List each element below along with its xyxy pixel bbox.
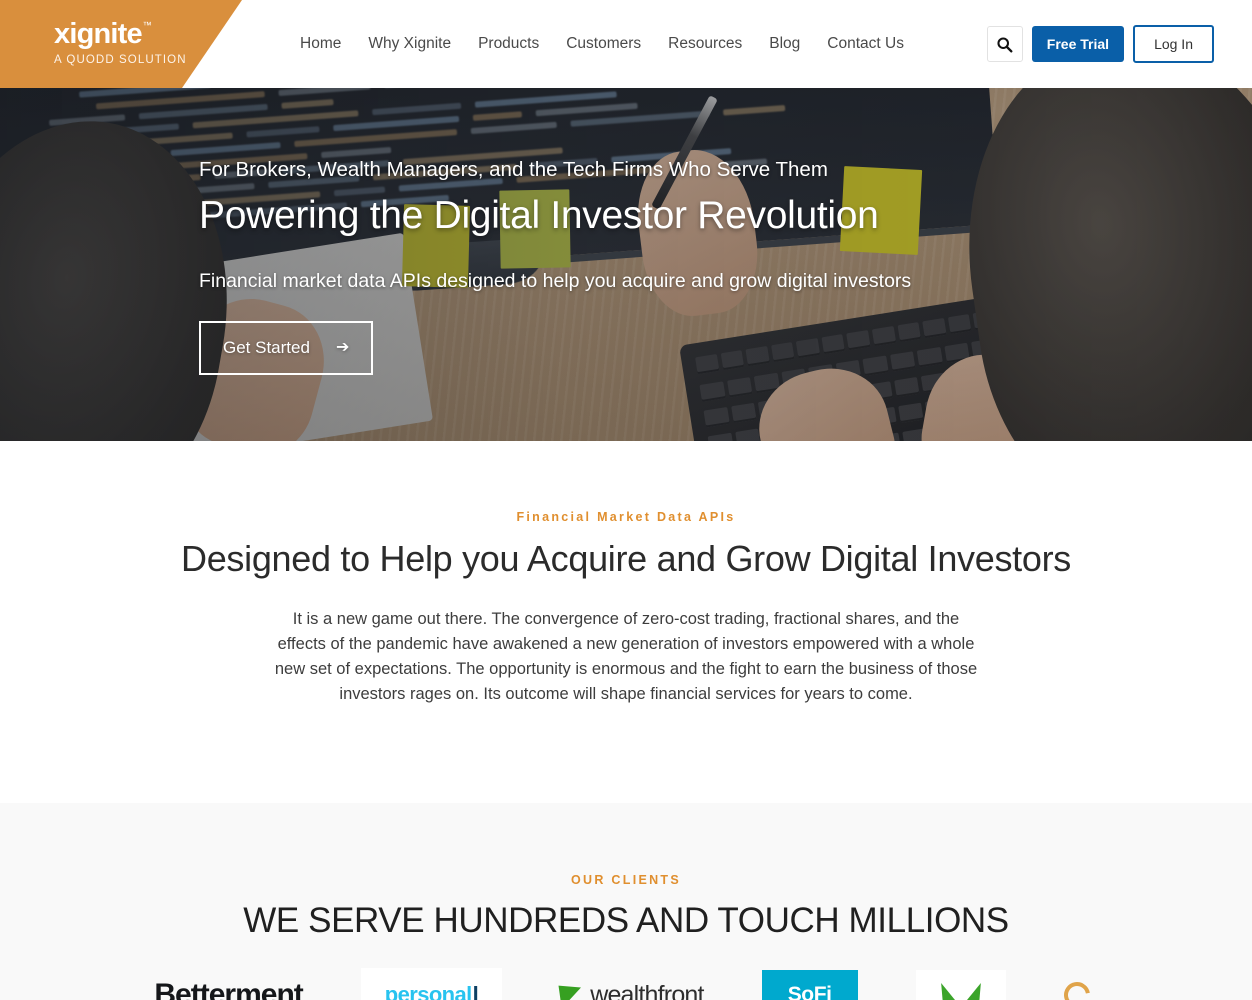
client-logo xyxy=(915,966,1006,1000)
client-logo xyxy=(1058,966,1098,1000)
nav-item-contact-us[interactable]: Contact Us xyxy=(827,35,904,53)
logo-swirl xyxy=(1058,976,1098,1000)
nav-item-customers[interactable]: Customers xyxy=(566,35,641,53)
hero-content: For Brokers, Wealth Managers, and the Te… xyxy=(199,158,1099,375)
logo-wordmark: xignite ™ xyxy=(54,18,152,50)
logo-sprout xyxy=(915,970,1006,1000)
hero-subtitle: Financial market data APIs designed to h… xyxy=(199,269,912,292)
nav-item-products[interactable]: Products xyxy=(478,35,539,53)
clients-eyebrow: OUR CLIENTS xyxy=(570,873,682,887)
logo-personal-capital: personal l xyxy=(360,968,503,1000)
leaf-icon xyxy=(933,979,958,1000)
logo-tagline: A QUODD SOLUTION xyxy=(54,54,187,66)
client-logo: wealthfront xyxy=(558,966,704,1000)
nav-item-blog[interactable]: Blog xyxy=(769,35,800,53)
swirl-icon xyxy=(1058,976,1095,1000)
logo-wealthfront: wealthfront xyxy=(558,980,704,1000)
designed-eyebrow: Financial Market Data APIs xyxy=(516,510,736,524)
nav-item-home[interactable]: Home xyxy=(300,35,341,53)
client-logo: Betterment xyxy=(154,966,303,1000)
client-logo: SoFi xyxy=(761,966,858,1000)
logo-wedge[interactable]: xignite ™ A QUODD SOLUTION xyxy=(0,0,242,88)
client-logo-row: Betterment personal l wealthfront SoFi xyxy=(0,966,1252,1000)
logo-personal-suffix: l xyxy=(472,982,479,1000)
logo-betterment: Betterment xyxy=(154,978,303,1000)
clients-section: OUR CLIENTS WE SERVE HUNDREDS AND TOUCH … xyxy=(0,803,1252,1000)
client-logo: personal l xyxy=(360,966,503,1000)
logo-wealthfront-text: wealthfront xyxy=(590,980,704,1000)
logo-teal-box: SoFi xyxy=(761,970,858,1000)
clients-heading: WE SERVE HUNDREDS AND TOUCH MILLIONS xyxy=(243,901,1009,940)
get-started-button[interactable]: Get Started ➔ xyxy=(199,320,374,375)
nav-item-why-xignite[interactable]: Why Xignite xyxy=(368,35,451,53)
logo-personal-text: personal xyxy=(384,982,473,1000)
site-header: xignite ™ A QUODD SOLUTION Home Why Xigni… xyxy=(0,0,1252,88)
wealthfront-mark-icon xyxy=(558,982,584,1000)
hero-eyebrow: For Brokers, Wealth Managers, and the Te… xyxy=(199,158,828,181)
designed-heading: Designed to Help you Acquire and Grow Di… xyxy=(181,538,1071,579)
trademark-icon: ™ xyxy=(142,20,152,30)
designed-section: Financial Market Data APIs Designed to H… xyxy=(0,441,1252,803)
site-logo[interactable]: xignite ™ A QUODD SOLUTION xyxy=(54,18,187,67)
search-button[interactable] xyxy=(986,26,1023,62)
search-icon xyxy=(996,36,1013,53)
free-trial-button[interactable]: Free Trial xyxy=(1031,26,1125,62)
logo-word-text: xignite xyxy=(54,18,143,50)
primary-navigation: Home Why Xignite Products Customers Resource… xyxy=(300,0,904,88)
header-actions: Free Trial Log In xyxy=(986,0,1214,88)
leaf-icon xyxy=(963,979,988,1000)
arrow-right-icon: ➔ xyxy=(335,338,350,356)
nav-item-resources[interactable]: Resources xyxy=(668,35,742,53)
login-button[interactable]: Log In xyxy=(1133,25,1214,63)
get-started-label: Get Started xyxy=(223,337,310,357)
designed-body-text: It is a new game out there. The converge… xyxy=(274,610,978,704)
hero-title: Powering the Digital Investor Revolution xyxy=(199,194,879,237)
